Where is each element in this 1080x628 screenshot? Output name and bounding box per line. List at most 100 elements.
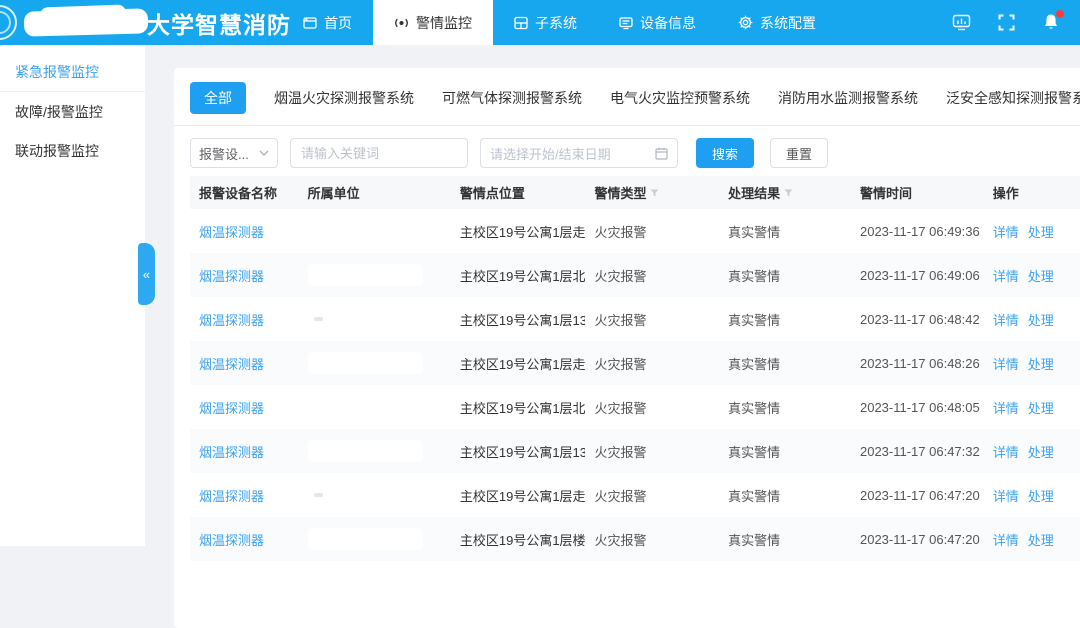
fullscreen-icon[interactable] (998, 14, 1015, 31)
sidebar-item-emergency-alarm[interactable]: 紧急报警监控 (0, 53, 145, 92)
sidebar-item-label: 紧急报警监控 (15, 62, 99, 82)
type-cell: 火灾报警 (585, 398, 719, 417)
time-cell: 2023-11-17 06:47:20 (851, 488, 984, 503)
app-title: 大学智慧消防 (147, 6, 291, 40)
unit-cell (299, 317, 451, 321)
handle-link[interactable]: 处理 (1028, 222, 1054, 241)
table-row: 烟温探测器 主校区19号公寓1层走廊4 火灾报警 真实警情 2023-11-17… (190, 473, 1080, 517)
tab-smoke-temp-fire[interactable]: 烟温火灾探测报警系统 (274, 88, 414, 108)
table-row: 烟温探测器 主校区19号公寓1层走廊4 火灾报警 真实警情 2023-11-17… (190, 209, 1080, 253)
alarm-table: 报警设备名称 所属单位 警情点位置 警情类型 处理结果 警情时间 操作 烟温探测… (190, 176, 1080, 561)
keyword-input[interactable] (290, 138, 468, 168)
col-label: 警情类型 (594, 183, 646, 202)
device-link[interactable]: 烟温探测器 (199, 354, 264, 373)
sidebar-collapse-button[interactable]: « (138, 243, 155, 305)
detail-link[interactable]: 详情 (993, 486, 1019, 505)
table-row: 烟温探测器 主校区19号公寓1层139 火灾报警 真实警情 2023-11-17… (190, 297, 1080, 341)
unit-cell (299, 264, 451, 286)
filter-funnel-icon[interactable] (650, 189, 659, 197)
search-button[interactable]: 搜索 (696, 138, 754, 168)
sidebar-item-fault-alarm[interactable]: 故障/报警监控 (0, 92, 145, 131)
type-cell: 火灾报警 (585, 486, 719, 505)
result-cell: 真实警情 (719, 354, 851, 373)
nav-item-subsystem[interactable]: 子系统 (493, 0, 598, 45)
bell-icon[interactable] (1042, 13, 1060, 32)
filter-funnel-icon[interactable] (784, 189, 793, 197)
nav-item-alarm-monitor[interactable]: 警情监控 (373, 0, 493, 45)
alarm-type-select[interactable]: 报警设... (190, 138, 278, 168)
unit-cell (299, 352, 451, 374)
detail-link[interactable]: 详情 (993, 266, 1019, 285)
col-actions: 操作 (984, 183, 1080, 202)
result-cell: 真实警情 (719, 486, 851, 505)
date-range-input[interactable]: 请选择开始/结束日期 (480, 138, 678, 168)
handle-link[interactable]: 处理 (1028, 442, 1054, 461)
reset-button[interactable]: 重置 (770, 138, 828, 168)
unit-cell (299, 493, 451, 497)
university-emblem-icon (0, 5, 17, 40)
unit-cell (299, 440, 451, 462)
dashboard-icon[interactable] (952, 14, 971, 31)
device-link[interactable]: 烟温探测器 (199, 266, 264, 285)
navbar-right-actions (952, 0, 1080, 45)
logo-redaction-blob (40, 5, 127, 24)
system-tabs: 全部 烟温火灾探测报警系统 可燃气体探测报警系统 电气火灾监控预警系统 消防用水… (174, 68, 1080, 126)
handle-link[interactable]: 处理 (1028, 266, 1054, 285)
table-row: 烟温探测器 主校区19号公寓1层楼梯3 火灾报警 真实警情 2023-11-17… (190, 517, 1080, 561)
detail-link[interactable]: 详情 (993, 354, 1019, 373)
device-link[interactable]: 烟温探测器 (199, 310, 264, 329)
location-cell: 主校区19号公寓1层走廊4 (451, 354, 586, 373)
device-link[interactable]: 烟温探测器 (199, 442, 264, 461)
tab-combustible-gas[interactable]: 可燃气体探测报警系统 (442, 88, 582, 108)
type-cell: 火灾报警 (585, 310, 719, 329)
location-cell: 主校区19号公寓1层北... (451, 398, 586, 417)
location-cell: 主校区19号公寓1层139 (451, 442, 586, 461)
sidebar-item-linkage-alarm[interactable]: 联动报警监控 (0, 131, 145, 170)
unit-redaction-blob (308, 440, 423, 462)
device-info-icon (619, 16, 633, 30)
time-cell: 2023-11-17 06:49:36 (851, 224, 984, 239)
device-link[interactable]: 烟温探测器 (199, 222, 264, 241)
nav-item-label: 子系统 (535, 13, 577, 33)
unit-redaction-mark (314, 493, 323, 497)
top-navbar: 大学智慧消防 首页 警情监控 子系统 设备信息 (0, 0, 1080, 45)
subsystem-icon (514, 16, 528, 30)
calendar-icon (655, 147, 668, 160)
nav-item-label: 系统配置 (760, 13, 816, 33)
system-config-icon (738, 15, 753, 30)
nav-item-device-info[interactable]: 设备信息 (598, 0, 717, 45)
detail-link[interactable]: 详情 (993, 310, 1019, 329)
time-cell: 2023-11-17 06:48:42 (851, 312, 984, 327)
tab-fire-water[interactable]: 消防用水监测报警系统 (778, 88, 918, 108)
result-cell: 真实警情 (719, 442, 851, 461)
unit-redaction-blob (308, 264, 423, 286)
handle-link[interactable]: 处理 (1028, 486, 1054, 505)
notification-badge (1056, 10, 1064, 18)
tab-pan-security[interactable]: 泛安全感知探测报警系统 (946, 88, 1080, 108)
detail-link[interactable]: 详情 (993, 398, 1019, 417)
handle-link[interactable]: 处理 (1028, 310, 1054, 329)
table-row: 烟温探测器 主校区19号公寓1层北... 火灾报警 真实警情 2023-11-1… (190, 253, 1080, 297)
nav-item-label: 警情监控 (416, 13, 472, 33)
nav-item-system-config[interactable]: 系统配置 (717, 0, 837, 45)
tab-electrical-fire[interactable]: 电气火灾监控预警系统 (610, 88, 750, 108)
result-cell: 真实警情 (719, 310, 851, 329)
handle-link[interactable]: 处理 (1028, 354, 1054, 373)
tab-all[interactable]: 全部 (190, 82, 246, 114)
device-link[interactable]: 烟温探测器 (199, 486, 264, 505)
location-cell: 主校区19号公寓1层北... (451, 266, 586, 285)
col-alarm-type: 警情类型 (585, 183, 719, 202)
nav-item-home[interactable]: 首页 (282, 0, 373, 45)
detail-link[interactable]: 详情 (993, 442, 1019, 461)
location-cell: 主校区19号公寓1层走廊4 (451, 222, 586, 241)
device-link[interactable]: 烟温探测器 (199, 398, 264, 417)
home-icon (303, 16, 317, 30)
type-cell: 火灾报警 (585, 442, 719, 461)
detail-link[interactable]: 详情 (993, 222, 1019, 241)
col-result: 处理结果 (719, 183, 851, 202)
type-cell: 火灾报警 (585, 222, 719, 241)
main-nav: 首页 警情监控 子系统 设备信息 (282, 0, 837, 45)
chevron-down-icon (259, 150, 269, 156)
content-card: 全部 烟温火灾探测报警系统 可燃气体探测报警系统 电气火灾监控预警系统 消防用水… (174, 68, 1080, 628)
handle-link[interactable]: 处理 (1028, 398, 1054, 417)
